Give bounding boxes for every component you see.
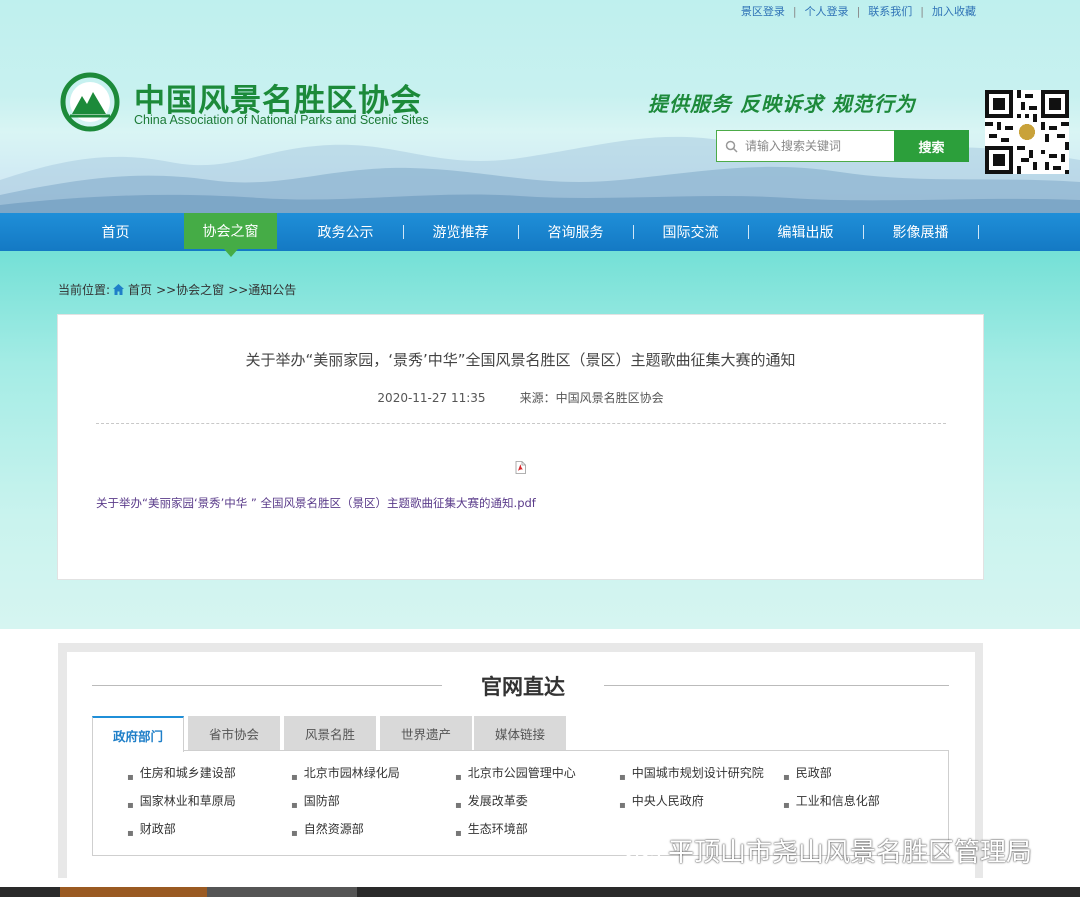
top-links: 景区登录 | 个人登录 | 联系我们 | 加入收藏	[741, 3, 976, 19]
main-nav: 首页 协会之窗 政务公示 游览推荐 咨询服务 国际交流 编辑出版 影像展播	[0, 213, 1080, 251]
link-item[interactable]: ▪ 国家林业和草原局	[127, 792, 236, 811]
nav-separator	[748, 225, 749, 239]
breadcrumb-home[interactable]: 首页	[128, 281, 152, 298]
nav-item-government-affairs[interactable]: 政务公示	[299, 213, 392, 251]
add-favorite-link[interactable]: 加入收藏	[932, 5, 976, 18]
breadcrumb-label: 当前位置:	[58, 283, 111, 297]
link-item[interactable]: ▪ 生态环境部	[455, 820, 528, 839]
footer-segment	[207, 887, 357, 897]
site-subtitle: China Association of National Parks and …	[134, 113, 429, 127]
nav-item-association-window[interactable]: 协会之窗	[184, 213, 277, 249]
search-icon	[717, 140, 745, 153]
title-rule-left	[92, 685, 442, 686]
nav-item-home[interactable]: 首页	[69, 213, 162, 251]
link-item[interactable]: ▪ 工业和信息化部	[783, 792, 880, 811]
active-nav-pointer-icon	[224, 249, 238, 257]
nav-item-international[interactable]: 国际交流	[644, 213, 737, 251]
breadcrumb: 当前位置: 首页 >>协会之窗 >>通知公告	[58, 281, 296, 298]
link-item[interactable]: ▪ 中央人民政府	[619, 792, 704, 811]
article-panel: 关于举办“美丽家园，‘景秀’中华”全国风景名胜区（景区）主题歌曲征集大赛的通知 …	[57, 314, 984, 580]
contact-us-link[interactable]: 联系我们	[868, 5, 912, 18]
link-item[interactable]: ▪ 自然资源部	[291, 820, 364, 839]
nav-item-publishing[interactable]: 编辑出版	[759, 213, 852, 251]
link-item[interactable]: ▪ 中国城市规划设计研究院	[619, 764, 764, 783]
pdf-file-icon[interactable]	[515, 461, 526, 474]
tab-government-departments[interactable]: 政府部门	[92, 716, 184, 752]
title-rule-right	[604, 685, 949, 686]
tab-scenic-areas[interactable]: 风景名胜	[284, 716, 376, 750]
nav-item-consulting[interactable]: 咨询服务	[529, 213, 622, 251]
nav-separator	[518, 225, 519, 239]
link-item[interactable]: ▪ 国防部	[291, 792, 340, 811]
attachment-link[interactable]: 关于举办“美丽家园‘景秀’中华 ” 全国风景名胜区（景区）主题歌曲征集大赛的通知…	[96, 495, 536, 511]
nav-separator	[978, 225, 979, 239]
link-item[interactable]: ▪ 住房和城乡建设部	[127, 764, 236, 783]
article-divider	[96, 423, 946, 424]
top-link-separator: |	[920, 5, 924, 18]
nav-separator	[403, 225, 404, 239]
link-item[interactable]: ▪ 北京市园林绿化局	[291, 764, 400, 783]
scenic-login-link[interactable]: 景区登录	[741, 5, 785, 18]
nav-item-video[interactable]: 影像展播	[874, 213, 967, 251]
search-box	[716, 130, 894, 162]
link-item[interactable]: ▪ 北京市公园管理中心	[455, 764, 576, 783]
top-link-separator: |	[856, 5, 861, 18]
nav-item-tour-recommend[interactable]: 游览推荐	[414, 213, 507, 251]
article-meta: 2020-11-27 11:35 来源：中国风景名胜区协会	[58, 389, 983, 406]
article-date: 2020-11-27 11:35	[377, 391, 486, 405]
tab-media-links[interactable]: 媒体链接	[474, 716, 566, 750]
article-source: 来源：中国风景名胜区协会	[519, 391, 664, 405]
nav-separator	[633, 225, 634, 239]
search-input[interactable]	[745, 139, 885, 153]
footer-segment	[60, 887, 207, 897]
breadcrumb-notices[interactable]: >>通知公告	[228, 281, 296, 298]
nav-separator	[863, 225, 864, 239]
link-item[interactable]: ▪ 财政部	[127, 820, 176, 839]
watermark-text: 平顶山市尧山风景名胜区管理局	[668, 838, 1033, 868]
association-logo-icon[interactable]	[60, 72, 120, 132]
search-button[interactable]: 搜索	[894, 130, 969, 162]
tab-world-heritage[interactable]: 世界遗产	[380, 716, 472, 750]
links-section-title: 官网直达	[481, 675, 565, 699]
qr-code-icon	[985, 90, 1069, 174]
link-item[interactable]: ▪ 民政部	[783, 764, 832, 783]
top-link-separator: |	[792, 5, 797, 18]
breadcrumb-association-window[interactable]: >>协会之窗	[156, 281, 224, 298]
link-item[interactable]: ▪ 发展改革委	[455, 792, 528, 811]
wechat-icon	[622, 836, 661, 865]
tab-provincial-associations[interactable]: 省市协会	[188, 716, 280, 750]
wechat-watermark: 平顶山市尧山风景名胜区管理局	[622, 832, 1032, 869]
article-title: 关于举办“美丽家园，‘景秀’中华”全国风景名胜区（景区）主题歌曲征集大赛的通知	[245, 351, 796, 369]
site-header: 景区登录 | 个人登录 | 联系我们 | 加入收藏 中国风景名胜区协会 China Asso…	[0, 0, 1080, 213]
personal-login-link[interactable]: 个人登录	[805, 5, 849, 18]
home-icon	[112, 283, 125, 296]
slogan: 提供服务 反映诉求 规范行为	[648, 92, 916, 116]
